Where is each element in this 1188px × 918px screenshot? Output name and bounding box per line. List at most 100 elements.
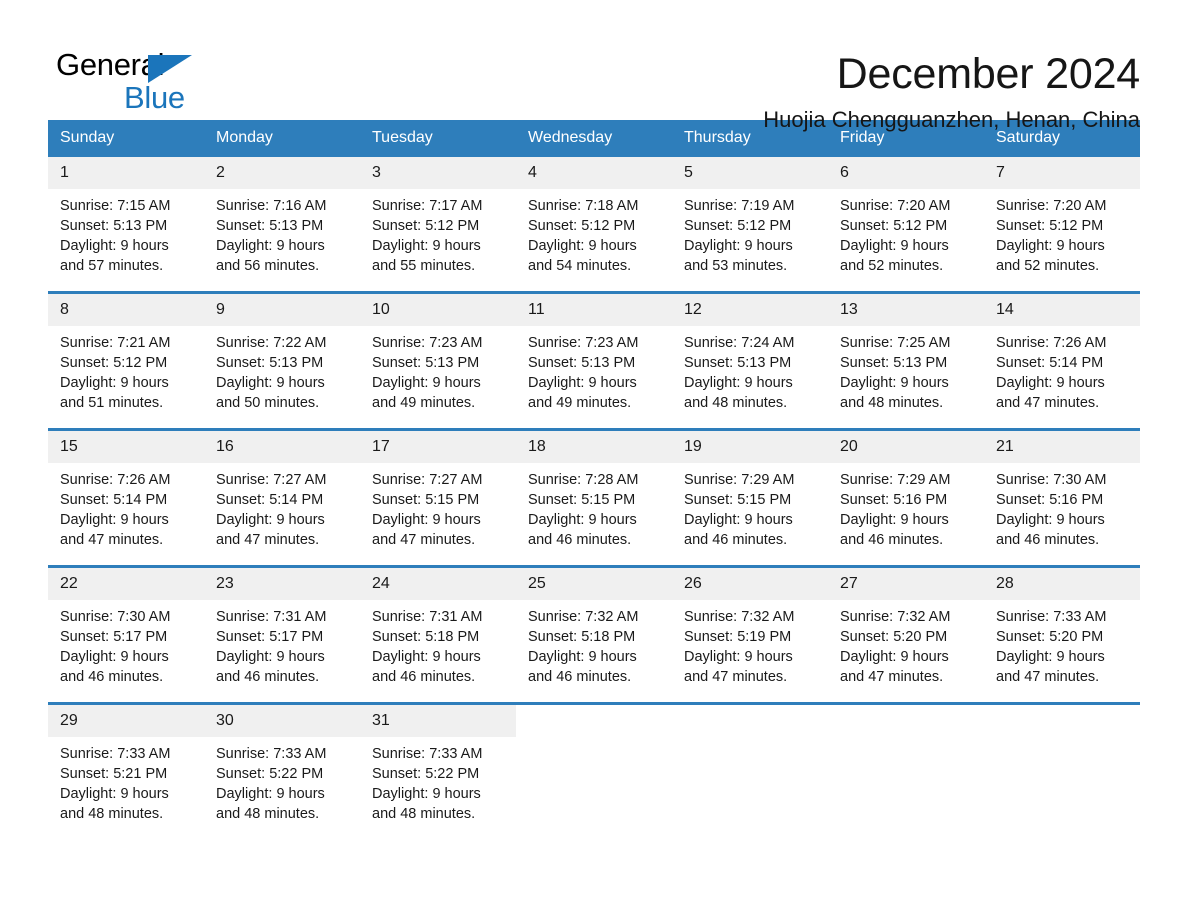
sunset-text: Sunset: 5:12 PM (60, 355, 168, 371)
day-cell[interactable]: 26 Sunrise: 7:32 AM Sunset: 5:19 PM Dayligh… (672, 568, 828, 691)
day-cell[interactable]: 16 Sunrise: 7:27 AM Sunset: 5:14 PM Dayligh… (204, 431, 360, 554)
daylight-text-line1: Daylight: 9 hours (996, 649, 1105, 665)
sunset-text: Sunset: 5:13 PM (684, 355, 792, 371)
day-details: Sunrise: 7:23 AM Sunset: 5:13 PM Daylight:… (360, 326, 516, 413)
day-details (516, 737, 672, 744)
sunrise-text: Sunrise: 7:29 AM (840, 472, 951, 488)
weekday-header-thursday: Thursday (684, 129, 751, 146)
day-cell[interactable]: 3 Sunrise: 7:17 AM Sunset: 5:12 PM Daylight… (360, 157, 516, 280)
day-cell[interactable]: 15 Sunrise: 7:26 AM Sunset: 5:14 PM Dayligh… (48, 431, 204, 554)
day-cell[interactable]: 24 Sunrise: 7:31 AM Sunset: 5:18 PM Dayligh… (360, 568, 516, 691)
day-cell-empty (828, 705, 984, 828)
day-number (828, 705, 984, 737)
daylight-text-line2: and 55 minutes. (372, 258, 476, 274)
daylight-text-line2: and 48 minutes. (216, 806, 320, 822)
day-number: 25 (516, 568, 672, 600)
day-cell[interactable]: 9 Sunrise: 7:22 AM Sunset: 5:13 PM Daylight… (204, 294, 360, 417)
sunrise-text: Sunrise: 7:31 AM (372, 609, 483, 625)
day-cell[interactable]: 1 Sunrise: 7:15 AM Sunset: 5:13 PM Daylight… (48, 157, 204, 280)
day-cell[interactable]: 10 Sunrise: 7:23 AM Sunset: 5:13 PM Dayligh… (360, 294, 516, 417)
sunrise-text: Sunrise: 7:32 AM (840, 609, 951, 625)
sunset-text: Sunset: 5:15 PM (372, 492, 480, 508)
daylight-text-line2: and 46 minutes. (528, 532, 632, 548)
daylight-text-line1: Daylight: 9 hours (840, 375, 949, 391)
day-number (516, 705, 672, 737)
daylight-text-line1: Daylight: 9 hours (60, 649, 169, 665)
sunset-text: Sunset: 5:22 PM (216, 766, 324, 782)
day-details: Sunrise: 7:20 AM Sunset: 5:12 PM Daylight:… (828, 189, 984, 276)
day-cell[interactable]: 28 Sunrise: 7:33 AM Sunset: 5:20 PM Dayligh… (984, 568, 1140, 691)
day-cell[interactable]: 13 Sunrise: 7:25 AM Sunset: 5:13 PM Dayligh… (828, 294, 984, 417)
daylight-text-line1: Daylight: 9 hours (60, 786, 169, 802)
daylight-text-line1: Daylight: 9 hours (372, 786, 481, 802)
weekday-header-monday: Monday (216, 129, 273, 146)
day-number: 16 (204, 431, 360, 463)
day-cell[interactable]: 23 Sunrise: 7:31 AM Sunset: 5:17 PM Dayligh… (204, 568, 360, 691)
day-cell-empty (516, 705, 672, 828)
day-cell[interactable]: 20 Sunrise: 7:29 AM Sunset: 5:16 PM Dayligh… (828, 431, 984, 554)
day-cell[interactable]: 21 Sunrise: 7:30 AM Sunset: 5:16 PM Dayligh… (984, 431, 1140, 554)
sunset-text: Sunset: 5:13 PM (528, 355, 636, 371)
day-cell[interactable]: 8 Sunrise: 7:21 AM Sunset: 5:12 PM Daylight… (48, 294, 204, 417)
day-number: 11 (516, 294, 672, 326)
day-cell[interactable]: 14 Sunrise: 7:26 AM Sunset: 5:14 PM Dayligh… (984, 294, 1140, 417)
sunrise-text: Sunrise: 7:30 AM (60, 609, 171, 625)
day-cell[interactable]: 12 Sunrise: 7:24 AM Sunset: 5:13 PM Dayligh… (672, 294, 828, 417)
daylight-text-line1: Daylight: 9 hours (840, 649, 949, 665)
daylight-text-line2: and 46 minutes. (60, 669, 164, 685)
day-number: 17 (360, 431, 516, 463)
day-cell[interactable]: 17 Sunrise: 7:27 AM Sunset: 5:15 PM Dayligh… (360, 431, 516, 554)
day-details (984, 737, 1140, 744)
day-cell[interactable]: 6 Sunrise: 7:20 AM Sunset: 5:12 PM Daylight… (828, 157, 984, 280)
daylight-text-line2: and 46 minutes. (216, 669, 320, 685)
day-cell[interactable]: 30 Sunrise: 7:33 AM Sunset: 5:22 PM Dayligh… (204, 705, 360, 828)
day-details (828, 737, 984, 744)
day-number: 24 (360, 568, 516, 600)
calendar-weeks: 1 Sunrise: 7:15 AM Sunset: 5:13 PM Daylight… (48, 157, 1140, 828)
day-details: Sunrise: 7:25 AM Sunset: 5:13 PM Daylight:… (828, 326, 984, 413)
day-cell[interactable]: 25 Sunrise: 7:32 AM Sunset: 5:18 PM Dayligh… (516, 568, 672, 691)
day-cell[interactable]: 5 Sunrise: 7:19 AM Sunset: 5:12 PM Daylight… (672, 157, 828, 280)
sunset-text: Sunset: 5:18 PM (372, 629, 480, 645)
day-cell[interactable]: 22 Sunrise: 7:30 AM Sunset: 5:17 PM Dayligh… (48, 568, 204, 691)
daylight-text-line2: and 48 minutes. (840, 395, 944, 411)
daylight-text-line1: Daylight: 9 hours (840, 512, 949, 528)
day-details: Sunrise: 7:23 AM Sunset: 5:13 PM Daylight:… (516, 326, 672, 413)
sunset-text: Sunset: 5:12 PM (372, 218, 480, 234)
sunrise-text: Sunrise: 7:21 AM (60, 335, 171, 351)
daylight-text-line1: Daylight: 9 hours (840, 238, 949, 254)
daylight-text-line2: and 53 minutes. (684, 258, 788, 274)
sunset-text: Sunset: 5:18 PM (528, 629, 636, 645)
day-number: 27 (828, 568, 984, 600)
day-cell[interactable]: 11 Sunrise: 7:23 AM Sunset: 5:13 PM Dayligh… (516, 294, 672, 417)
daylight-text-line1: Daylight: 9 hours (996, 512, 1105, 528)
day-cell[interactable]: 29 Sunrise: 7:33 AM Sunset: 5:21 PM Dayligh… (48, 705, 204, 828)
daylight-text-line2: and 46 minutes. (528, 669, 632, 685)
day-number: 20 (828, 431, 984, 463)
day-number: 29 (48, 705, 204, 737)
daylight-text-line1: Daylight: 9 hours (372, 375, 481, 391)
day-cell[interactable]: 19 Sunrise: 7:29 AM Sunset: 5:15 PM Dayligh… (672, 431, 828, 554)
day-number: 19 (672, 431, 828, 463)
day-cell[interactable]: 4 Sunrise: 7:18 AM Sunset: 5:12 PM Daylight… (516, 157, 672, 280)
daylight-text-line2: and 52 minutes. (840, 258, 944, 274)
sunrise-text: Sunrise: 7:20 AM (840, 198, 951, 214)
day-cell[interactable]: 27 Sunrise: 7:32 AM Sunset: 5:20 PM Dayligh… (828, 568, 984, 691)
sunrise-text: Sunrise: 7:27 AM (372, 472, 483, 488)
page-header: General Blue December 2024 Huojia Chengg… (48, 0, 1140, 132)
daylight-text-line2: and 54 minutes. (528, 258, 632, 274)
sunrise-text: Sunrise: 7:33 AM (60, 746, 171, 762)
day-details: Sunrise: 7:15 AM Sunset: 5:13 PM Daylight:… (48, 189, 204, 276)
daylight-text-line2: and 56 minutes. (216, 258, 320, 274)
sunrise-text: Sunrise: 7:26 AM (996, 335, 1107, 351)
daylight-text-line1: Daylight: 9 hours (372, 512, 481, 528)
day-cell[interactable]: 7 Sunrise: 7:20 AM Sunset: 5:12 PM Daylight… (984, 157, 1140, 280)
day-cell[interactable]: 31 Sunrise: 7:33 AM Sunset: 5:22 PM Dayligh… (360, 705, 516, 828)
daylight-text-line2: and 50 minutes. (216, 395, 320, 411)
day-cell[interactable]: 2 Sunrise: 7:16 AM Sunset: 5:13 PM Daylight… (204, 157, 360, 280)
day-cell[interactable]: 18 Sunrise: 7:28 AM Sunset: 5:15 PM Dayligh… (516, 431, 672, 554)
daylight-text-line1: Daylight: 9 hours (216, 649, 325, 665)
sunset-text: Sunset: 5:17 PM (60, 629, 168, 645)
day-details: Sunrise: 7:31 AM Sunset: 5:17 PM Daylight:… (204, 600, 360, 687)
sunrise-text: Sunrise: 7:25 AM (840, 335, 951, 351)
